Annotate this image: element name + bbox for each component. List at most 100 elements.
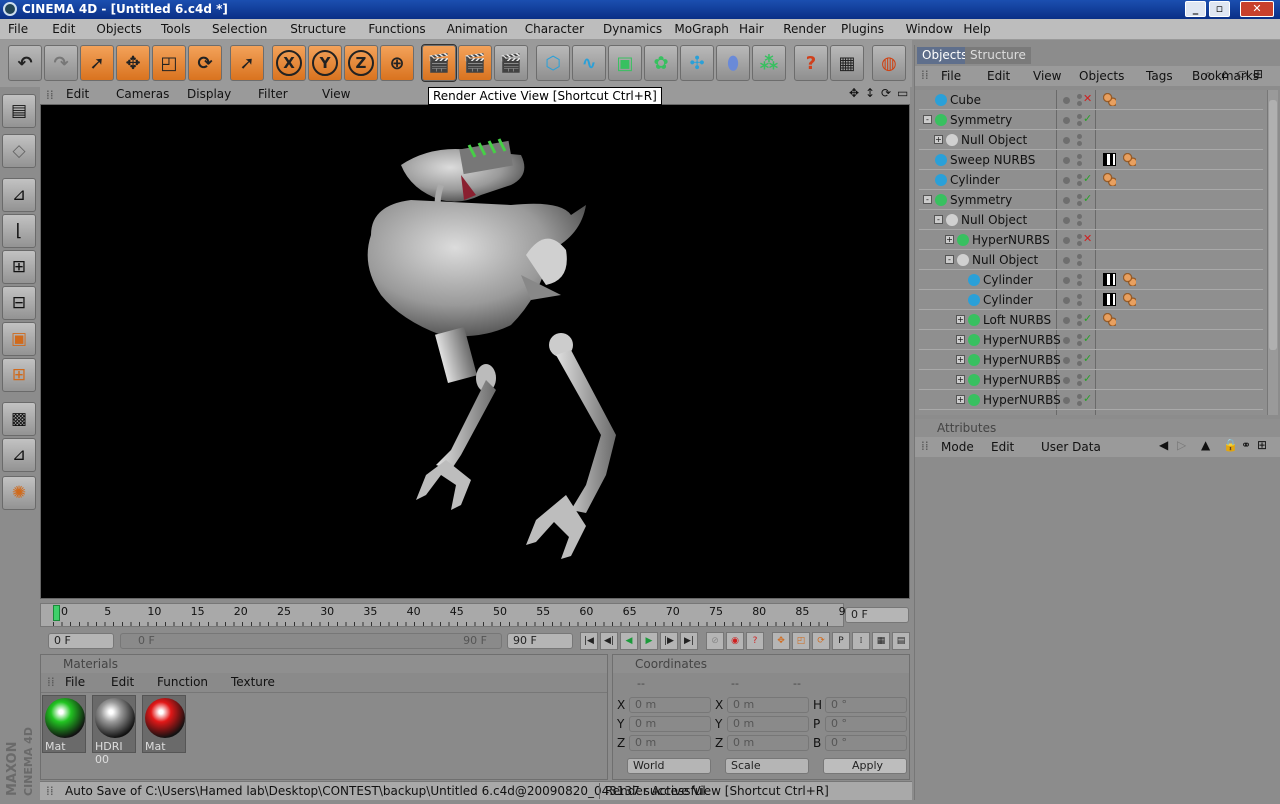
menu-file[interactable]: File	[8, 22, 28, 36]
render-visibility-dot[interactable]	[1077, 161, 1082, 166]
enabled-check-icon[interactable]: ✓	[1083, 352, 1092, 365]
editor-visibility-dot[interactable]	[1063, 257, 1070, 264]
expand-toggle-icon[interactable]: -	[923, 195, 932, 204]
disabled-x-icon[interactable]: ✕	[1083, 92, 1092, 105]
menu-selection[interactable]: Selection	[212, 22, 267, 36]
menu-window[interactable]: Window	[906, 22, 953, 36]
coord-value-field[interactable]: 0 m	[629, 716, 711, 732]
menu-animation[interactable]: Animation	[447, 22, 508, 36]
objects-menu-objects[interactable]: Objects	[1079, 69, 1124, 83]
texture-axis-button[interactable]: ⊿	[2, 438, 36, 472]
expand-toggle-icon[interactable]: +	[956, 315, 965, 324]
forward-arrow-icon[interactable]: ▷	[1177, 438, 1186, 452]
render-visibility-dot[interactable]	[1077, 354, 1082, 359]
polygons-tool-button[interactable]: ▣	[2, 322, 36, 356]
expand-toggle-icon[interactable]: +	[956, 375, 965, 384]
objects-menu-bookmarks[interactable]: Bookmarks	[1192, 69, 1259, 83]
render-visibility-dot[interactable]	[1077, 361, 1082, 366]
coord-value-field[interactable]: 0 m	[727, 716, 809, 732]
editor-visibility-dot[interactable]	[1063, 217, 1070, 224]
frame-range-slider[interactable]: 0 F 90 F	[120, 633, 502, 649]
edges-tool-button[interactable]: ⊟	[2, 286, 36, 320]
menu-tools[interactable]: Tools	[161, 22, 191, 36]
material-swatch[interactable]: HDRI 00	[92, 695, 136, 766]
editor-visibility-dot[interactable]	[1063, 277, 1070, 284]
render-visibility-dot[interactable]	[1077, 221, 1082, 226]
points-tool-button[interactable]: ⊞	[2, 250, 36, 284]
expand-toggle-icon[interactable]: -	[923, 115, 932, 124]
object-row[interactable]: + HyperNURBS ✓	[919, 350, 1263, 370]
render-settings-button[interactable]: 🎬	[494, 45, 528, 81]
back-arrow-icon[interactable]: ◀	[1159, 438, 1168, 452]
render-visibility-dot[interactable]	[1077, 254, 1082, 259]
go-to-start-icon[interactable]: |◀	[580, 632, 598, 650]
editor-visibility-dot[interactable]	[1063, 297, 1070, 304]
coord-value-field[interactable]: 0 m	[727, 697, 809, 713]
enabled-check-icon[interactable]: ✓	[1083, 372, 1092, 385]
object-row[interactable]: + HyperNURBS ✕	[919, 230, 1263, 250]
move-button[interactable]: ✥	[116, 45, 150, 81]
select-tool-button[interactable]: ➚	[230, 45, 264, 81]
viewport-menu-edit[interactable]: Edit	[66, 87, 89, 101]
editor-visibility-dot[interactable]	[1063, 377, 1070, 384]
phong-tag-icon[interactable]	[1103, 93, 1116, 106]
object-row[interactable]: Sweep NURBS	[919, 150, 1263, 170]
menu-character[interactable]: Character	[525, 22, 584, 36]
menu-dynamics[interactable]: Dynamics	[603, 22, 662, 36]
maximize-button[interactable]: ▫	[1209, 1, 1230, 17]
play-backward-icon[interactable]: ◀	[620, 632, 638, 650]
render-visibility-dot[interactable]	[1077, 174, 1082, 179]
render-region-button[interactable]: 🎬	[458, 45, 492, 81]
render-visibility-dot[interactable]	[1077, 401, 1082, 406]
key-pla-icon[interactable]: ⁞	[852, 632, 870, 650]
start-frame-field[interactable]: 0 F	[48, 633, 114, 649]
coord-value-field[interactable]: 0 m	[727, 735, 809, 751]
rotate-view-icon[interactable]: ⟳	[881, 86, 891, 100]
viewport-menu-cameras[interactable]: Cameras	[116, 87, 169, 101]
apply-button[interactable]: Apply	[823, 758, 907, 774]
render-visibility-dot[interactable]	[1077, 114, 1082, 119]
menu-mograph[interactable]: MoGraph	[674, 22, 729, 36]
enabled-check-icon[interactable]: ✓	[1083, 192, 1092, 205]
phong-tag-icon[interactable]	[1103, 173, 1116, 186]
menu-hair[interactable]: Hair	[739, 22, 764, 36]
uvw-tool-button[interactable]: ⊞	[2, 358, 36, 392]
y-axis-button[interactable]: Y	[308, 45, 342, 81]
attributes-menu-user-data[interactable]: User Data	[1041, 440, 1101, 454]
object-row[interactable]: + HyperNURBS ✓	[919, 330, 1263, 350]
scale-button[interactable]: ◰	[152, 45, 186, 81]
animation-tool-button[interactable]: ✺	[2, 476, 36, 510]
expand-toggle-icon[interactable]: -	[945, 255, 954, 264]
previous-key-icon[interactable]: ◀|	[600, 632, 618, 650]
coord-value-field[interactable]: 0 m	[629, 697, 711, 713]
nurbs-button[interactable]: ▣	[608, 45, 642, 81]
object-row[interactable]: + HyperNURBS ✓	[919, 390, 1263, 410]
model-tool-button[interactable]: ◇	[2, 134, 36, 168]
render-visibility-dot[interactable]	[1077, 214, 1082, 219]
autokey-icon[interactable]: ?	[746, 632, 764, 650]
light-button[interactable]: ⁂	[752, 45, 786, 81]
render-visibility-dot[interactable]	[1077, 374, 1082, 379]
render-visibility-dot[interactable]	[1077, 261, 1082, 266]
expand-toggle-icon[interactable]: +	[945, 235, 954, 244]
render-visibility-dot[interactable]	[1077, 194, 1082, 199]
texture-tag-icon[interactable]	[1103, 293, 1116, 306]
end-frame-field[interactable]: 90 F	[507, 633, 573, 649]
enabled-check-icon[interactable]: ✓	[1083, 112, 1092, 125]
attributes-menu-mode[interactable]: Mode	[941, 440, 974, 454]
disabled-x-icon[interactable]: ✕	[1083, 232, 1092, 245]
render-visibility-dot[interactable]	[1077, 381, 1082, 386]
viewport-layout-button[interactable]: ▤	[2, 94, 36, 128]
timeline-ruler[interactable]: 051015202530354045505560657075808590	[40, 603, 853, 627]
pan-icon[interactable]: ✥	[849, 86, 859, 100]
coordinate-system-button[interactable]: ⊕	[380, 45, 414, 81]
phong-tag-icon[interactable]	[1123, 153, 1136, 166]
coord-value-field[interactable]: 0 °	[825, 735, 907, 751]
object-row[interactable]: - Null Object	[919, 250, 1263, 270]
enabled-check-icon[interactable]: ✓	[1083, 172, 1092, 185]
editor-visibility-dot[interactable]	[1063, 357, 1070, 364]
undo-button[interactable]: ↶	[8, 45, 42, 81]
redo-button[interactable]: ↷	[44, 45, 78, 81]
web-button[interactable]: ◍	[872, 45, 906, 81]
tab-structure[interactable]: Structure	[965, 47, 1031, 64]
